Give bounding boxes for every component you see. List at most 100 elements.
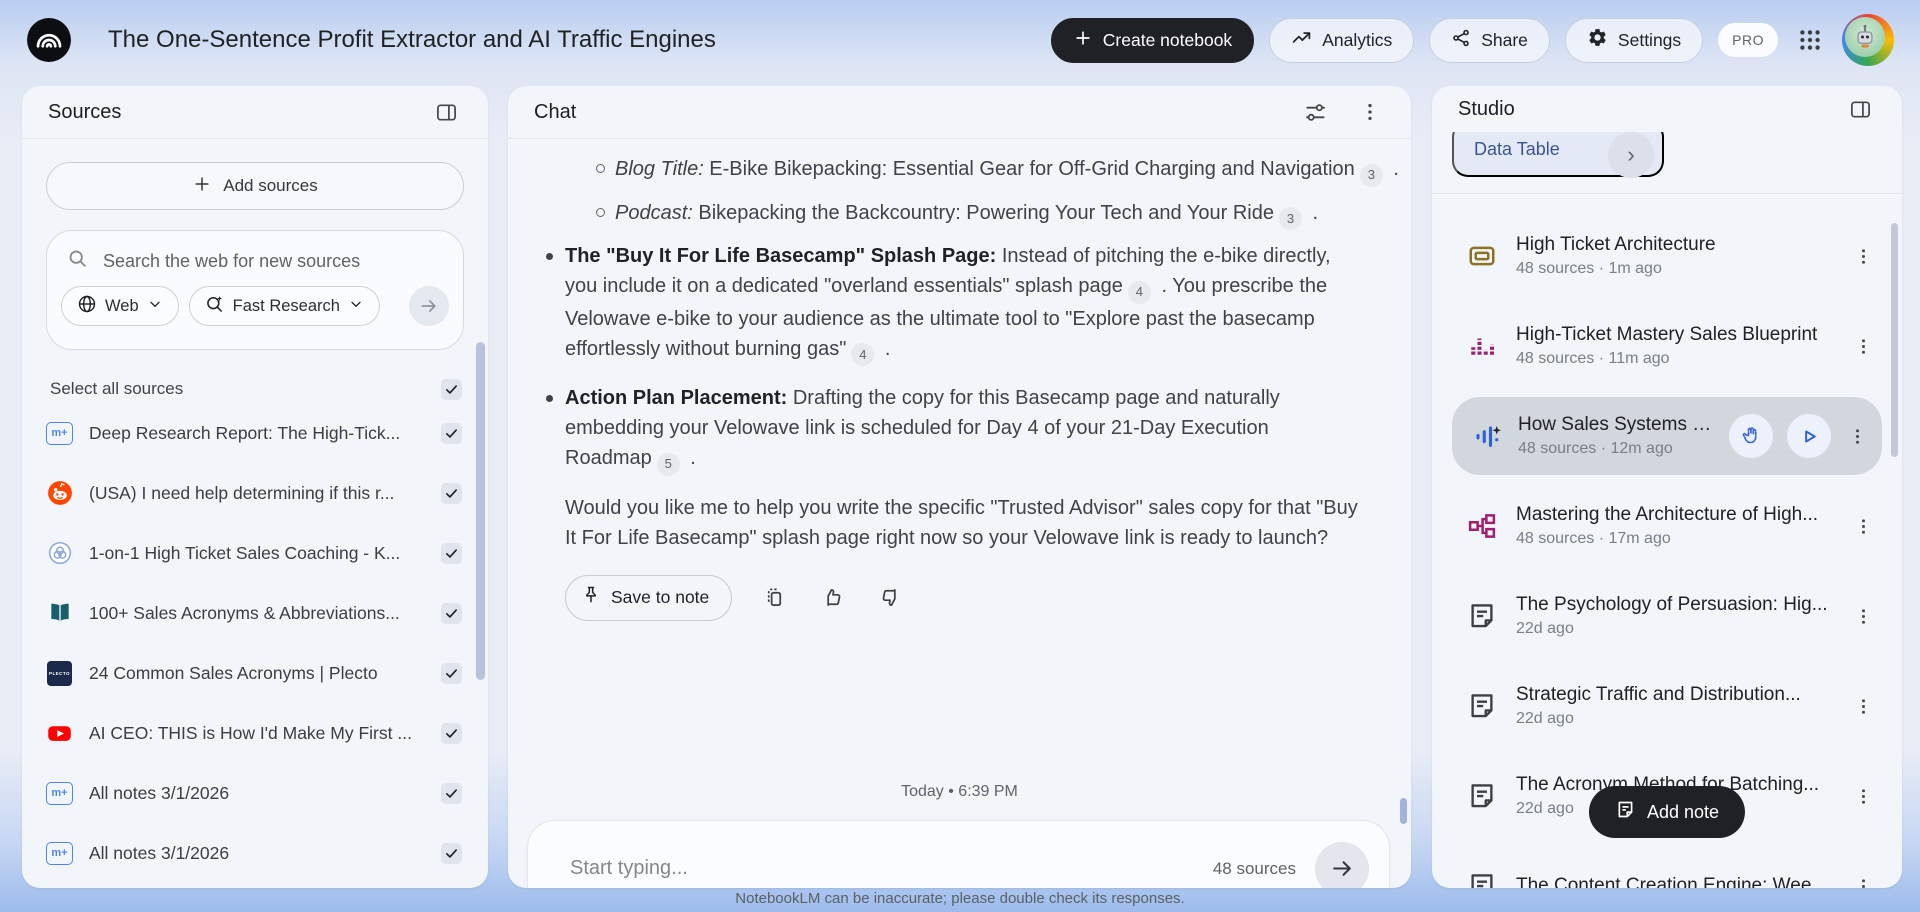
message-para: Would you like me to help you write the … [565,493,1365,553]
artifact-more-options-icon[interactable] [1851,604,1876,629]
source-list-item[interactable]: m+All notes 3/1/2026 [22,823,488,883]
add-sources-button[interactable]: Add sources [46,162,464,210]
flow-icon [1466,510,1498,542]
source-title: 24 Common Sales Acronyms | Plecto [89,663,425,684]
source-checkbox[interactable] [441,663,462,684]
chat-scrollbar[interactable] [1400,798,1407,824]
artifact-more-options-icon[interactable] [1851,244,1876,269]
chat-settings-icon[interactable] [1300,97,1331,128]
research-mode-dropdown[interactable]: Fast Research [189,286,380,326]
add-note-button[interactable]: Add note [1589,786,1745,838]
source-checkbox[interactable] [441,483,462,504]
sources-scrollbar[interactable] [476,342,485,680]
report-icon [1466,870,1498,888]
message-sub-bullet: Podcast: Bikepacking the Backcountry: Po… [565,198,1409,231]
artifact-meta: 48 sources · 11m ago [1516,350,1833,368]
source-checkbox[interactable] [441,723,462,744]
artifact-more-options-icon[interactable] [1851,874,1876,889]
collapse-panel-icon[interactable] [431,97,462,128]
source-checkbox[interactable] [441,603,462,624]
note-icon: m+ [46,780,73,807]
source-checkbox[interactable] [441,423,462,444]
globe-icon [77,294,97,319]
chat-more-options-icon[interactable] [1355,97,1385,127]
send-button[interactable] [1315,842,1369,889]
copy-icon[interactable] [759,582,790,613]
settings-button[interactable]: Settings [1565,18,1703,63]
message-sub-bullet: Blog Title: E-Bike Bikepacking: Essentia… [565,154,1409,187]
source-checkbox[interactable] [441,843,462,864]
report-icon [1466,690,1498,722]
citation-chip[interactable]: 4 [851,343,874,366]
app-header: The One-Sentence Profit Extractor and AI… [0,0,1920,80]
artifact-title: High Ticket Architecture [1516,234,1833,256]
collapse-panel-icon[interactable] [1845,94,1876,125]
artifact-more-options-icon[interactable] [1851,694,1876,719]
citation-chip[interactable]: 4 [1128,281,1151,304]
citation-chip[interactable]: 3 [1360,164,1383,187]
source-checkbox[interactable] [441,783,462,804]
message-text-bold: Action Plan Placement: [565,387,787,409]
source-list-item[interactable]: PLECTO24 Common Sales Acronyms | Plecto [22,643,488,703]
search-input[interactable] [101,250,443,273]
sources-panel-title: Sources [48,101,121,124]
source-checkbox[interactable] [441,543,462,564]
source-list-item[interactable]: 100+ Sales Acronyms & Abbreviations... [22,583,488,643]
save-to-note-button[interactable]: Save to note [565,575,732,621]
chat-panel-header: Chat [508,86,1411,139]
tools-scroll-next-icon[interactable]: › [1608,132,1654,178]
notebooklm-logo-icon[interactable] [26,17,72,63]
artifact-more-options-icon[interactable] [1851,514,1876,539]
studio-artifact-row[interactable]: High Ticket Architecture48 sources · 1m … [1432,211,1902,301]
source-list-item[interactable]: (USA) I need help determining if this r.… [22,463,488,523]
source-title: AI CEO: THIS is How I'd Make My First ..… [89,723,425,744]
studio-artifact-row[interactable]: Mastering the Architecture of High...48 … [1432,481,1902,571]
web-filter-dropdown[interactable]: Web [61,286,179,326]
artifact-more-options-icon[interactable] [1845,424,1870,449]
thumbs-down-icon[interactable] [875,582,906,613]
studio-artifact-row[interactable]: The Content Creation Engine: Wee... [1432,841,1902,888]
artifact-more-options-icon[interactable] [1851,334,1876,359]
source-list-item[interactable]: m+All notes 3/1/2026 [22,763,488,823]
chat-panel-title: Chat [534,101,576,124]
message-text: . [1307,202,1318,224]
source-list-item[interactable]: m+Deep Research Report: The High-Tick... [22,403,488,463]
message-text: . [879,338,890,360]
interactive-mode-button[interactable] [1729,414,1773,458]
audio-icon [1472,420,1504,452]
select-all-label: Select all sources [50,379,183,399]
create-notebook-button[interactable]: Create notebook [1051,18,1254,63]
studio-scrollbar[interactable] [1891,223,1898,457]
user-avatar[interactable] [1842,14,1894,66]
studio-artifact-row[interactable]: The Psychology of Persuasion: Hig...22d … [1432,571,1902,661]
share-button[interactable]: Share [1429,18,1550,63]
source-list-item[interactable]: 1-on-1 High Ticket Sales Coaching - K... [22,523,488,583]
play-button[interactable] [1787,414,1831,458]
venn-icon [46,540,73,567]
flashcards-icon [1466,240,1498,272]
message-text: . [1388,158,1399,180]
chat-body: Blog Title: E-Bike Bikepacking: Essentia… [508,138,1411,888]
source-list-item[interactable]: AI CEO: THIS is How I'd Make My First ..… [22,703,488,763]
assistant-message: Blog Title: E-Bike Bikepacking: Essentia… [508,138,1411,621]
chat-input[interactable] [568,856,1213,881]
page-title: The One-Sentence Profit Extractor and AI… [108,26,716,54]
message-actions: Save to note [565,575,1361,621]
sources-panel-header: Sources [22,86,488,139]
thumbs-up-icon[interactable] [817,582,848,613]
sources-panel: Sources Add sources Web F [22,86,488,888]
artifact-title: High-Ticket Mastery Sales Blueprint [1516,324,1833,346]
citation-chip[interactable]: 3 [1279,207,1302,230]
citation-chip[interactable]: 5 [657,453,680,476]
analytics-button[interactable]: Analytics [1269,18,1414,63]
artifact-title: Mastering the Architecture of High... [1516,504,1833,526]
studio-artifacts-list: High Ticket Architecture48 sources · 1m … [1432,194,1902,888]
select-all-checkbox[interactable] [441,379,462,400]
artifact-more-options-icon[interactable] [1851,784,1876,809]
bar-chart-icon [1466,330,1498,362]
studio-artifact-row[interactable]: High-Ticket Mastery Sales Blueprint 48 so… [1432,301,1902,391]
apps-grid-icon[interactable] [1793,23,1827,57]
studio-artifact-row[interactable]: Strategic Traffic and Distribution...22d… [1432,661,1902,751]
studio-artifact-row[interactable]: How Sales Systems Map...48 sources · 12m… [1452,397,1882,475]
search-submit-button[interactable] [409,286,449,326]
